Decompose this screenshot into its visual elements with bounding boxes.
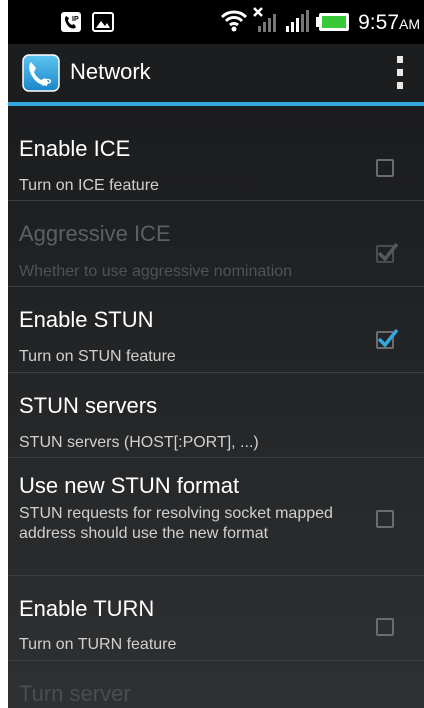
pref-summary: Turn on TURN feature — [19, 636, 177, 653]
pref-title: Turn server — [19, 681, 131, 706]
pref-summary: Whether to use aggressive nomination — [19, 263, 293, 280]
pref-enable-stun[interactable]: Enable STUN Turn on STUN feature — [8, 287, 424, 373]
image-notification-icon — [92, 11, 114, 38]
pref-summary: Turn on STUN feature — [19, 348, 176, 365]
svg-text:IP: IP — [42, 78, 52, 89]
overflow-menu-icon[interactable] — [394, 56, 406, 90]
enable-ice-checkbox[interactable] — [376, 159, 394, 177]
pref-new-stun-format[interactable]: Use new STUN format STUN requests for re… — [8, 458, 424, 576]
pref-turn-server: Turn server — [8, 661, 424, 708]
pref-summary: STUN servers (HOST[:PORT], ...) — [19, 434, 259, 451]
ip-phone-icon[interactable]: IP — [22, 54, 60, 92]
pref-title: Enable ICE — [19, 136, 131, 161]
enable-stun-checkbox[interactable] — [376, 328, 399, 349]
ip-call-notification-icon: IP — [60, 11, 82, 38]
page-title: Network — [70, 59, 151, 84]
pref-summary: STUN requests for resolving socket mappe… — [19, 505, 333, 542]
pref-title: Enable STUN — [19, 307, 154, 332]
pref-aggressive-ice: Aggressive ICE Whether to use aggressive… — [8, 201, 424, 287]
pref-title: STUN servers — [19, 393, 158, 418]
aggressive-ice-checkbox — [376, 242, 399, 263]
enable-turn-checkbox[interactable] — [376, 618, 394, 636]
cell-signal-icon — [284, 8, 310, 39]
phone-screen: IP 9:57AM IP Network Enable ICE Turn on … — [8, 0, 424, 708]
status-bar: IP 9:57AM — [8, 0, 424, 44]
clock-ampm: AM — [399, 16, 420, 32]
checkmark-icon — [377, 242, 399, 262]
pref-title: Enable TURN — [19, 596, 155, 621]
pref-summary: Turn on ICE feature — [19, 177, 159, 194]
new-stun-format-checkbox[interactable] — [376, 510, 394, 528]
clock-time: 9:57 — [358, 11, 399, 34]
wifi-icon — [220, 9, 248, 38]
preference-list[interactable]: Enable ICE Turn on ICE feature Aggressiv… — [8, 106, 424, 708]
status-bar-clock: 9:57AM — [358, 11, 420, 35]
pref-enable-turn[interactable]: Enable TURN Turn on TURN feature — [8, 576, 424, 661]
pref-enable-ice[interactable]: Enable ICE Turn on ICE feature — [8, 116, 424, 201]
no-data-signal-icon — [252, 6, 278, 39]
checkmark-icon — [377, 328, 399, 348]
svg-text:IP: IP — [72, 16, 79, 23]
pref-title: Use new STUN format — [19, 473, 240, 498]
battery-icon — [316, 13, 350, 36]
pref-stun-servers[interactable]: STUN servers STUN servers (HOST[:PORT], … — [8, 373, 424, 458]
pref-title: Aggressive ICE — [19, 221, 171, 246]
action-bar: IP Network — [8, 44, 424, 102]
